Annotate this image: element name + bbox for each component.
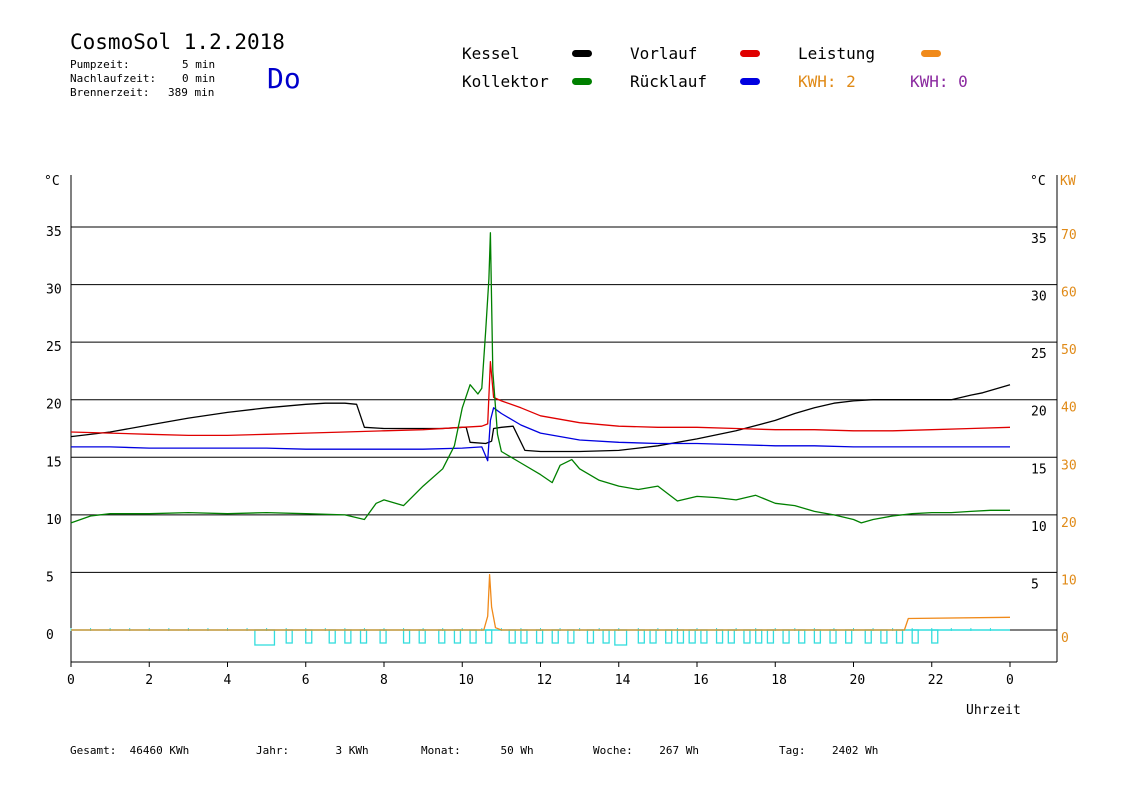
pump-pulse-3 [344, 629, 352, 644]
x-tick-label-5: 10 [458, 673, 474, 688]
y-tick-kw-40: 40 [1061, 401, 1077, 416]
series-vorlauf-line [70, 361, 1011, 437]
y-tick-right-10: 10 [1031, 520, 1047, 535]
x-axis-label: Uhrzeit [966, 703, 1021, 718]
pump-pulse-19 [637, 629, 645, 644]
pump-pulse-16 [567, 629, 575, 644]
pump-pulse-39 [931, 629, 939, 644]
x-tick-label-11: 22 [928, 673, 944, 688]
pump-pulse-38 [911, 629, 919, 644]
y-tick-kw-20: 20 [1061, 516, 1077, 531]
y-tick-kw-70: 70 [1061, 228, 1077, 243]
x-tick-label-2: 4 [224, 673, 232, 688]
pump-pulse-9 [453, 629, 462, 644]
pump-pulse-12 [508, 629, 516, 644]
right-axis-kw-unit: KW [1060, 174, 1076, 189]
pump-pulse-24 [700, 629, 708, 644]
pump-pulse-32 [813, 629, 822, 644]
pump-pulse-5 [379, 629, 387, 644]
footer-woche: Woche: 267 Wh [593, 744, 699, 757]
y-tick-right-5: 5 [1031, 577, 1039, 592]
pump-pulse-22 [676, 629, 685, 644]
y-tick-left-5: 5 [46, 570, 54, 585]
x-tick-label-6: 12 [537, 673, 553, 688]
pump-pulse-27 [743, 629, 751, 644]
y-tick-right-15: 15 [1031, 462, 1047, 477]
series-kessel-line [70, 384, 1011, 453]
footer-monat: Monat: 50 Wh [421, 744, 534, 757]
x-tick-label-0: 0 [67, 673, 75, 688]
pump-pulse-35 [864, 629, 872, 644]
pump-pulse-15 [551, 629, 559, 644]
pump-pulse-37 [895, 629, 904, 644]
pump-pulse-33 [829, 629, 837, 644]
pump-pulse-20 [649, 629, 657, 644]
pump-pulse-17 [586, 629, 595, 644]
y-tick-left-0: 0 [46, 628, 54, 643]
pump-pulse-34 [845, 629, 853, 644]
pump-pulse-7 [418, 629, 426, 644]
pump-pulse-10 [469, 629, 477, 644]
pump-pulse-25 [715, 629, 724, 644]
y-tick-kw-60: 60 [1061, 286, 1077, 301]
pump-pulse-29 [766, 629, 775, 644]
pump-pulse-30 [782, 629, 790, 644]
temperature-chart: °C °C KW 0510152025303551015202530350102… [44, 174, 1077, 718]
x-tick-label-3: 6 [302, 673, 310, 688]
x-tick-label-4: 8 [380, 673, 388, 688]
series-kollektor-line [70, 232, 1010, 524]
pump-pulse-2 [328, 629, 336, 644]
y-tick-right-35: 35 [1031, 232, 1047, 247]
pump-pulse-4 [359, 629, 368, 644]
pump-pulse-23 [688, 629, 696, 644]
x-tick-label-7: 14 [615, 673, 631, 688]
pump-pulse-1 [305, 629, 313, 644]
right-axis-unit: °C [1030, 174, 1046, 189]
pump-pulse-0 [285, 629, 293, 644]
pump-block-0 [254, 629, 276, 646]
footer-tag: Tag: 2402 Wh [779, 744, 879, 757]
y-tick-kw-10: 10 [1061, 573, 1077, 588]
pump-pulse-18 [602, 629, 610, 644]
footer-jahr: Jahr: 3 KWh [256, 744, 369, 757]
y-tick-left-30: 30 [46, 283, 62, 298]
pump-pulse-11 [485, 629, 493, 644]
footer-gesamt: Gesamt: 46460 KWh [70, 744, 190, 757]
pump-pulse-36 [880, 629, 888, 644]
pump-pulse-21 [665, 629, 673, 644]
y-tick-right-20: 20 [1031, 405, 1047, 420]
x-tick-label-1: 2 [145, 673, 153, 688]
series-leistung-line [71, 574, 1011, 631]
y-tick-left-25: 25 [46, 340, 62, 355]
y-tick-kw-50: 50 [1061, 343, 1077, 358]
pump-pulse-14 [535, 629, 544, 644]
pump-pulse-28 [755, 629, 763, 644]
x-tick-label-10: 20 [850, 673, 866, 688]
pump-pulse-6 [402, 629, 411, 644]
pump-pulse-13 [520, 629, 528, 644]
left-axis-unit: °C [44, 174, 60, 189]
pump-pulse-26 [727, 629, 735, 644]
y-tick-kw-30: 30 [1061, 458, 1077, 473]
x-tick-label-8: 16 [693, 673, 709, 688]
pump-pulse-8 [438, 629, 446, 644]
x-tick-label-9: 18 [771, 673, 787, 688]
y-tick-right-30: 30 [1031, 290, 1047, 305]
y-tick-left-15: 15 [46, 455, 62, 470]
pump-block-1 [614, 629, 628, 646]
y-tick-left-35: 35 [46, 225, 62, 240]
y-tick-left-20: 20 [46, 398, 62, 413]
x-tick-label-12: 0 [1006, 673, 1014, 688]
y-tick-kw-0: 0 [1061, 631, 1069, 646]
y-tick-left-10: 10 [46, 513, 62, 528]
y-tick-right-25: 25 [1031, 347, 1047, 362]
pump-pulse-31 [798, 629, 806, 644]
